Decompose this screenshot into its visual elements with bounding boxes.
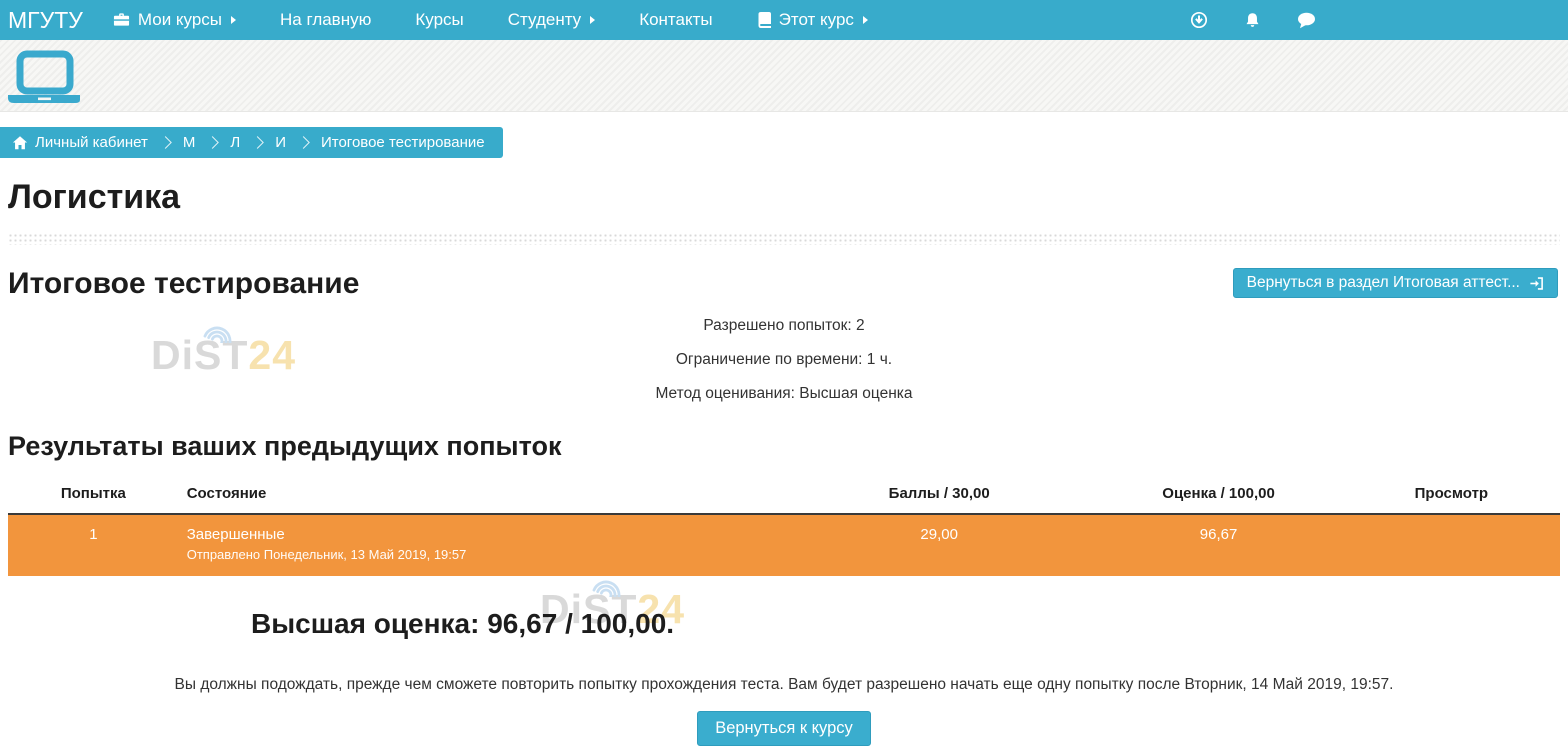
table-row: 1 Завершенные Отправлено Понедельник, 13… [8, 514, 1560, 576]
nav-item-courses[interactable]: Курсы [415, 10, 463, 30]
nav-item-label: На главную [280, 10, 371, 30]
back-to-section-button[interactable]: Вернуться в раздел Итоговая аттест... [1233, 268, 1558, 298]
column-header-grade: Оценка / 100,00 [1094, 474, 1342, 514]
attempts-table: Попытка Состояние Баллы / 30,00 Оценка /… [8, 474, 1560, 576]
chat-icon[interactable] [1297, 12, 1316, 29]
nav-item-label: Мои курсы [138, 10, 222, 30]
laptop-icon[interactable] [8, 50, 86, 104]
breadcrumb-item-current: Итоговое тестирование [321, 134, 485, 151]
briefcase-icon [113, 12, 130, 28]
grading-method-line: Метод оценивания: Высшая оценка [8, 385, 1560, 403]
breadcrumb-item-m[interactable]: М [183, 134, 196, 151]
quiz-header: Итоговое тестирование Вернуться в раздел… [8, 267, 1560, 301]
attempt-points-cell: 29,00 [784, 514, 1094, 576]
table-header-row: Попытка Состояние Баллы / 30,00 Оценка /… [8, 474, 1560, 514]
column-header-attempt: Попытка [8, 474, 179, 514]
final-grade-text: Высшая оценка: 96,67 / 100,00. [251, 608, 674, 639]
chevron-right-icon [159, 136, 172, 149]
header-band [0, 40, 1568, 112]
retry-notice: Вы должны подождать, прежде чем сможете … [8, 676, 1560, 694]
attempt-number-cell: 1 [8, 514, 179, 576]
nav-item-this-course[interactable]: Этот курс [757, 10, 868, 30]
back-to-section-label: Вернуться в раздел Итоговая аттест... [1247, 274, 1520, 292]
breadcrumb-label: Личный кабинет [35, 134, 148, 151]
breadcrumb-label: И [275, 134, 286, 151]
breadcrumb-label: Итоговое тестирование [321, 134, 485, 151]
attempt-state: Завершенные [187, 526, 776, 543]
quiz-info: DiST24 Разрешено попыток: 2 Ограничение … [8, 317, 1560, 403]
navbar-action-icons [1190, 11, 1316, 29]
return-button-wrap: Вернуться к курсу [8, 711, 1560, 746]
sign-in-arrow-icon [1529, 276, 1544, 291]
chevron-right-icon [297, 136, 310, 149]
time-limit-line: Ограничение по времени: 1 ч. [8, 351, 1560, 369]
nav-item-home[interactable]: На главную [280, 10, 371, 30]
final-grade-line: DiST24 Высшая оценка: 96,67 / 100,00. [8, 608, 1560, 640]
attempt-submitted: Отправлено Понедельник, 13 Май 2019, 19:… [187, 547, 776, 562]
chevron-right-icon [206, 136, 219, 149]
nav-item-label: Контакты [639, 10, 712, 30]
caret-right-icon [231, 16, 236, 24]
breadcrumb-label: Л [230, 134, 240, 151]
site-logo[interactable]: МГУТУ [8, 7, 83, 34]
chevron-right-icon [251, 136, 264, 149]
caret-right-icon [863, 16, 868, 24]
bell-icon[interactable] [1244, 12, 1261, 29]
breadcrumb-row: Личный кабинет М Л И Итоговое тестирован… [0, 112, 1568, 158]
breadcrumb-label: М [183, 134, 196, 151]
nav-item-contacts[interactable]: Контакты [639, 10, 712, 30]
quiz-title: Итоговое тестирование [8, 267, 359, 301]
column-header-review: Просмотр [1343, 474, 1560, 514]
home-icon [12, 136, 28, 150]
return-to-course-button[interactable]: Вернуться к курсу [697, 711, 871, 746]
results-heading: Результаты ваших предыдущих попыток [8, 431, 1560, 462]
breadcrumb: Личный кабинет М Л И Итоговое тестирован… [0, 127, 503, 158]
nav-item-my-courses[interactable]: Мои курсы [113, 10, 236, 30]
circle-arrow-icon[interactable] [1190, 11, 1208, 29]
breadcrumb-item-l[interactable]: Л [230, 134, 240, 151]
nav-item-label: Курсы [415, 10, 463, 30]
course-title: Логистика [8, 178, 1560, 217]
column-header-state: Состояние [179, 474, 784, 514]
attempt-review-cell [1343, 514, 1560, 576]
book-icon [757, 12, 771, 28]
attempts-allowed-line: Разрешено попыток: 2 [8, 317, 1560, 335]
breadcrumb-item-i[interactable]: И [275, 134, 286, 151]
nav-item-label: Студенту [508, 10, 581, 30]
dotted-separator [8, 232, 1560, 245]
breadcrumb-item-dashboard[interactable]: Личный кабинет [12, 134, 148, 151]
main-content: Логистика Итоговое тестирование Вернутьс… [0, 178, 1568, 746]
caret-right-icon [590, 16, 595, 24]
column-header-points: Баллы / 30,00 [784, 474, 1094, 514]
attempt-grade-cell: 96,67 [1094, 514, 1342, 576]
top-navbar: МГУТУ Мои курсы На главную Курсы Студент… [0, 0, 1568, 40]
nav-item-label: Этот курс [779, 10, 854, 30]
attempt-state-cell: Завершенные Отправлено Понедельник, 13 М… [179, 514, 784, 576]
nav-item-student[interactable]: Студенту [508, 10, 595, 30]
